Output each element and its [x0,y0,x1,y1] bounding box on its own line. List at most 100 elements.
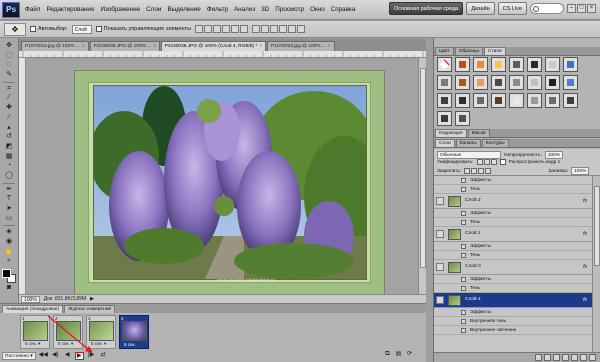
fill-input[interactable]: 100% [571,167,590,175]
layers-scrollbar[interactable] [592,176,600,352]
style-swatch[interactable] [491,93,506,108]
align-bottom-icon[interactable] [213,25,222,33]
visibility-eye-icon[interactable] [436,210,444,216]
tab-animation[interactable]: Анимация (покадровая) [2,305,64,313]
visibility-eye-icon[interactable] [436,177,444,183]
minimize-button[interactable]: – [567,4,576,13]
workspace-button[interactable]: Основная рабочая среда [388,2,464,15]
path-select-tool-icon[interactable]: ➤ [2,205,16,214]
color-swatches[interactable] [2,269,16,284]
autoselect-option[interactable]: Автовыбор: [30,26,68,32]
distribute-top-icon[interactable] [252,25,261,33]
canvas-area[interactable]: www.master-photoshop.ru [26,58,418,296]
style-swatch[interactable] [455,75,470,90]
style-swatch[interactable] [491,75,506,90]
duplicate-frame-icon[interactable]: ⧉ [383,351,392,359]
style-swatch[interactable] [527,57,542,72]
distribute-hcenter-icon[interactable] [288,25,297,33]
move-tool-icon[interactable]: ✥ [2,42,16,51]
visibility-eye-icon[interactable] [436,186,444,192]
visibility-eye-icon[interactable] [436,327,444,333]
tab-swatches[interactable]: Образцы [454,47,483,55]
unify-visibility-icon[interactable] [483,159,490,165]
distribute-bottom-icon[interactable] [270,25,279,33]
healing-tool-icon[interactable]: ✚ [2,104,16,113]
tab-paths[interactable]: Контуры [481,139,509,147]
fx-icon[interactable]: fx [583,297,587,303]
status-menu-arrow-icon[interactable]: ▶ [90,296,94,302]
layer-effect-row[interactable]: Эффекты [434,209,600,218]
crop-tool-icon[interactable]: ⌗ [2,85,16,94]
lock-all-icon[interactable] [485,168,492,174]
design-button[interactable]: Дизайн [466,2,495,15]
visibility-eye-icon[interactable] [436,285,444,291]
menu-item[interactable]: Окно [307,6,328,13]
frame-delay[interactable]: 5 сек. ▾ [25,341,40,347]
lock-pixels-icon[interactable] [471,168,478,174]
add-style-icon[interactable] [544,354,551,361]
style-swatch[interactable] [455,93,470,108]
frame-delay[interactable]: 5 сек. ▾ [91,341,106,347]
lasso-tool-icon[interactable]: ◌ [2,61,16,70]
shape-tool-icon[interactable]: ▭ [2,215,16,224]
style-swatch[interactable] [473,93,488,108]
layer-effect-row[interactable]: Внутреннее свечение [434,326,600,335]
visibility-eye-icon[interactable] [436,296,444,304]
layer-effect-row[interactable]: Тень [434,284,600,293]
cslive-button[interactable]: CS Live [497,2,527,15]
layer-row[interactable]: fx Слой 0 [434,260,600,275]
close-icon[interactable]: × [82,42,85,51]
style-swatch[interactable] [563,75,578,90]
animation-frame[interactable]: 3 5 сек. ▾ [86,315,116,349]
close-icon[interactable]: × [153,42,156,51]
next-frame-icon[interactable]: |▶ [87,352,96,360]
tab-channels[interactable]: Каналы [455,139,481,147]
align-left-icon[interactable] [222,25,231,33]
style-swatch[interactable] [437,111,452,126]
style-swatch[interactable] [437,57,452,72]
layer-effect-row[interactable]: Тень [434,185,600,194]
style-swatch[interactable] [491,57,506,72]
fx-icon[interactable]: fx [583,264,587,270]
style-swatch[interactable] [455,57,470,72]
eyedropper-tool-icon[interactable]: ⁄ [2,94,16,103]
menu-item[interactable]: 3D [258,6,272,13]
3d-rotate-tool-icon[interactable]: ◈ [2,228,16,237]
distribute-right-icon[interactable] [297,25,306,33]
menu-item[interactable]: Файл [22,6,43,13]
style-swatch[interactable] [509,75,524,90]
doc-tab-active[interactable]: P4230038.JPG @ 100% (Слой 4, RGB/8) * × [160,41,267,51]
menu-item[interactable]: Изображение [97,6,143,13]
style-swatch[interactable] [563,57,578,72]
layer-effect-row[interactable]: Эффекты [434,308,600,317]
unify-style-icon[interactable] [490,159,497,165]
style-swatch[interactable] [473,75,488,90]
timeline-mode-icon[interactable]: ▤ [394,351,403,359]
distribute-left-icon[interactable] [279,25,288,33]
menu-item[interactable]: Редактирование [43,6,97,13]
doc-tab[interactable]: P4230035.JPG @ 100% ... × [89,41,160,51]
visibility-eye-icon[interactable] [436,252,444,258]
doc-tab[interactable]: P1070023.jpg @ 100% ... × [267,41,335,51]
visibility-eye-icon[interactable] [436,309,444,315]
menu-item[interactable]: Выделение [164,6,203,13]
convert-icon[interactable]: ⟳ [405,351,414,359]
frame-delay[interactable]: 5 сек. [124,342,136,347]
style-swatch[interactable] [545,57,560,72]
loop-select[interactable]: Постоянно ▾ [2,352,36,360]
layer-effect-row[interactable]: Эффекты [434,242,600,251]
layer-effect-row[interactable]: Тень [434,251,600,260]
maximize-button[interactable]: □ [577,4,586,13]
link-layers-icon[interactable] [535,354,542,361]
trash-icon[interactable] [589,354,596,361]
autoselect-checkbox[interactable] [30,26,36,32]
tab-styles[interactable]: Стили [483,47,506,55]
propagate-checkbox[interactable] [499,159,506,165]
quick-mask-icon[interactable]: ◙ [2,284,16,293]
align-top-icon[interactable] [195,25,204,33]
type-tool-icon[interactable]: T [2,195,16,204]
opacity-input[interactable]: 100% [544,151,563,159]
visibility-eye-icon[interactable] [436,243,444,249]
brush-tool-icon[interactable]: ∕ [2,114,16,123]
canvas-vertical-scrollbar[interactable] [418,58,426,294]
